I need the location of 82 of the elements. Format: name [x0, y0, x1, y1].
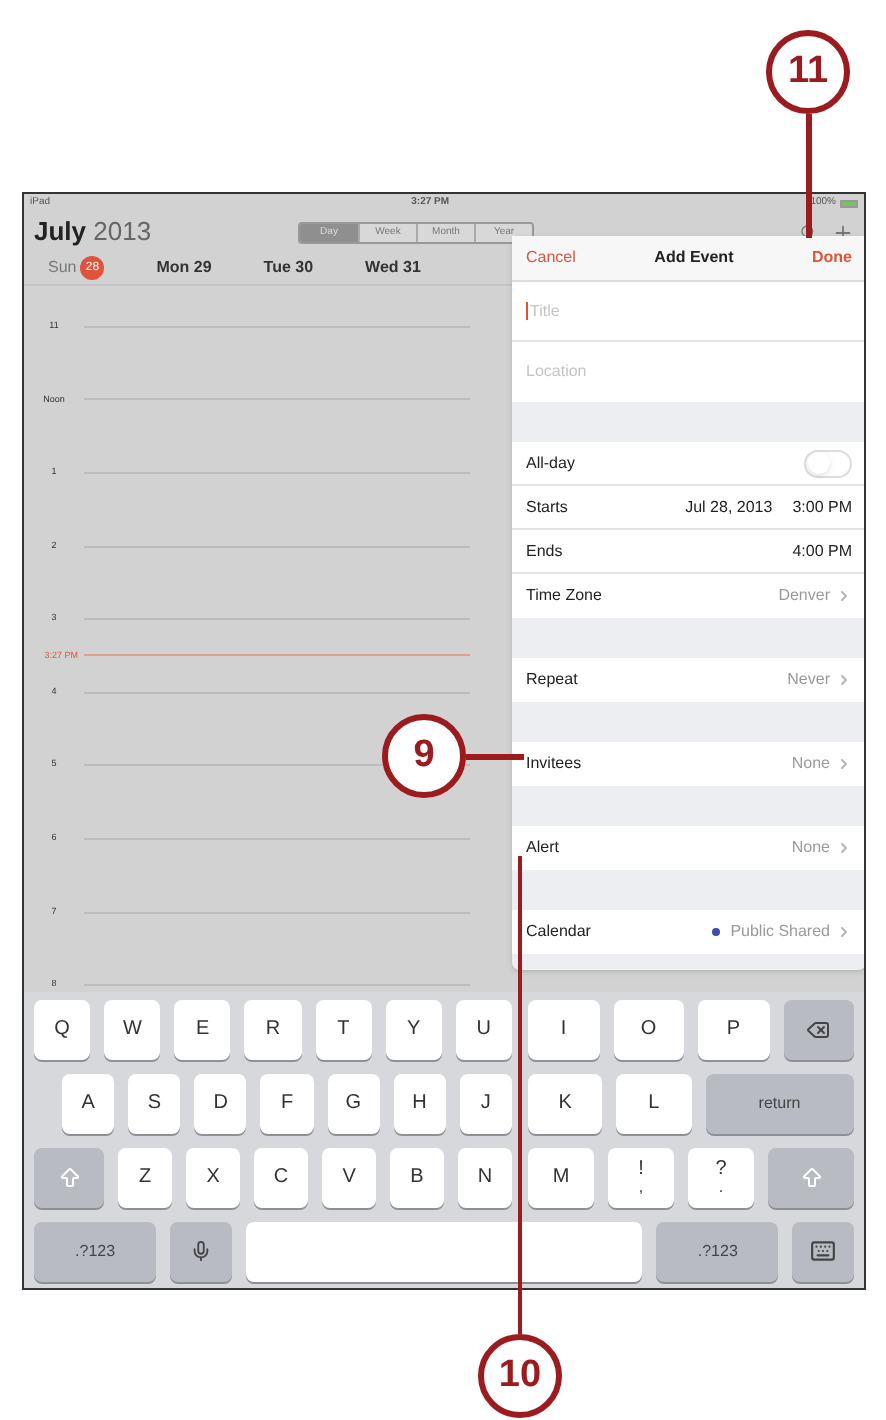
- chevron-icon: [836, 672, 852, 688]
- placeholder-text: Title: [530, 299, 560, 323]
- day-label[interactable]: Wed 31: [365, 256, 421, 280]
- shift-icon: [799, 1165, 824, 1189]
- row-value: None: [791, 836, 830, 860]
- date-value: Jul 28, 2013: [685, 495, 773, 519]
- keyboard-key[interactable]: Z: [118, 1147, 173, 1207]
- row-value: None: [791, 752, 830, 776]
- day-label[interactable]: Mon 29: [156, 256, 212, 280]
- keyboard-key[interactable]: B: [390, 1147, 444, 1207]
- keyboard-icon: [810, 1238, 837, 1264]
- row-label: Invitees: [526, 752, 584, 776]
- keyboard-key[interactable]: N: [458, 1147, 512, 1207]
- placeholder-text: Location: [526, 360, 587, 384]
- keyboard-key[interactable]: A: [62, 1073, 115, 1133]
- row-value: Public Shared: [730, 920, 830, 944]
- row-value: Denver: [778, 584, 830, 608]
- keyboard-key[interactable]: P: [698, 999, 769, 1059]
- keyboard-key[interactable]: H: [393, 1073, 446, 1133]
- microphone-icon: [189, 1240, 212, 1262]
- return-key[interactable]: return: [705, 1073, 854, 1133]
- keyboard-key[interactable]: E: [174, 999, 231, 1059]
- keyboard-key[interactable]: J: [459, 1073, 512, 1133]
- row-label: Calendar: [526, 920, 593, 944]
- keyboard-key[interactable]: V: [322, 1147, 377, 1207]
- row-label: Ends: [526, 539, 565, 563]
- numbers-key[interactable]: .?123: [34, 1221, 157, 1281]
- callout-number: 10: [478, 1334, 562, 1418]
- list-row[interactable]: Repeat Never: [512, 658, 864, 702]
- list-row[interactable]: Invitees None: [512, 742, 864, 786]
- battery-icon: [840, 199, 858, 207]
- keyboard-key[interactable]: F: [260, 1073, 314, 1133]
- row-label: Alert: [526, 836, 561, 860]
- keyboard-key[interactable]: M: [528, 1147, 595, 1207]
- list-row[interactable]: Alert None: [512, 826, 864, 870]
- row-value: Never: [787, 668, 830, 692]
- list-row[interactable]: Starts Jul 28, 2013 3:00 PM: [512, 486, 864, 530]
- row-label: All-day: [526, 451, 575, 475]
- keyboard-key[interactable]: X: [186, 1147, 241, 1207]
- delete-icon: [806, 1017, 831, 1041]
- time-value: 3:00 PM: [792, 495, 852, 519]
- keyboard-key[interactable]: ? .: [688, 1147, 755, 1207]
- keyboard-key[interactable]: ! ,: [608, 1147, 675, 1207]
- keyboard-key[interactable]: T: [315, 999, 372, 1059]
- cancel-button[interactable]: Cancel: [526, 246, 576, 270]
- row-label: Repeat: [526, 668, 580, 692]
- toggle-switch[interactable]: [804, 449, 852, 477]
- keyboard-key[interactable]: W: [104, 999, 161, 1059]
- chevron-icon: [836, 924, 852, 940]
- list-row[interactable]: Ends 4:00 PM: [512, 530, 864, 574]
- chevron-icon: [836, 588, 852, 604]
- list-row[interactable]: Calendar Public Shared: [512, 910, 864, 954]
- keyboard-key[interactable]: Y: [385, 999, 442, 1059]
- numbers-key[interactable]: .?123: [656, 1221, 779, 1281]
- month-title: July 2013: [34, 214, 154, 251]
- keyboard-key[interactable]: K: [528, 1073, 603, 1133]
- keyboard-key[interactable]: O: [613, 999, 684, 1059]
- delete-key[interactable]: [783, 999, 854, 1059]
- row-label: Starts: [526, 495, 570, 519]
- leader-line: [466, 754, 524, 760]
- keyboard-key[interactable]: I: [528, 999, 599, 1059]
- keyboard-key[interactable]: U: [455, 999, 512, 1059]
- chevron-icon: [836, 840, 852, 856]
- keyboard-key[interactable]: C: [254, 1147, 309, 1207]
- popover-title: Add Event: [654, 246, 734, 270]
- keyboard-key[interactable]: Q: [34, 999, 91, 1059]
- hide-keyboard-key[interactable]: [792, 1221, 855, 1281]
- callout-number: 11: [766, 30, 850, 114]
- done-button[interactable]: Done: [812, 246, 852, 270]
- keyboard-key[interactable]: S: [128, 1073, 181, 1133]
- row-label: Time Zone: [526, 584, 604, 608]
- day-label[interactable]: Tue 30: [263, 256, 314, 280]
- leader-line: [806, 114, 812, 238]
- keyboard-key[interactable]: L: [616, 1073, 691, 1133]
- keyboard-key[interactable]: R: [244, 999, 302, 1059]
- time-value: 4:00 PM: [792, 539, 852, 563]
- keyboard-key[interactable]: D: [194, 1073, 247, 1133]
- chevron-icon: [836, 756, 852, 772]
- shift-icon: [57, 1165, 82, 1189]
- dictation-key[interactable]: [170, 1221, 232, 1281]
- list-row[interactable]: Time Zone Denver: [512, 574, 864, 618]
- keyboard-key[interactable]: G: [327, 1073, 380, 1133]
